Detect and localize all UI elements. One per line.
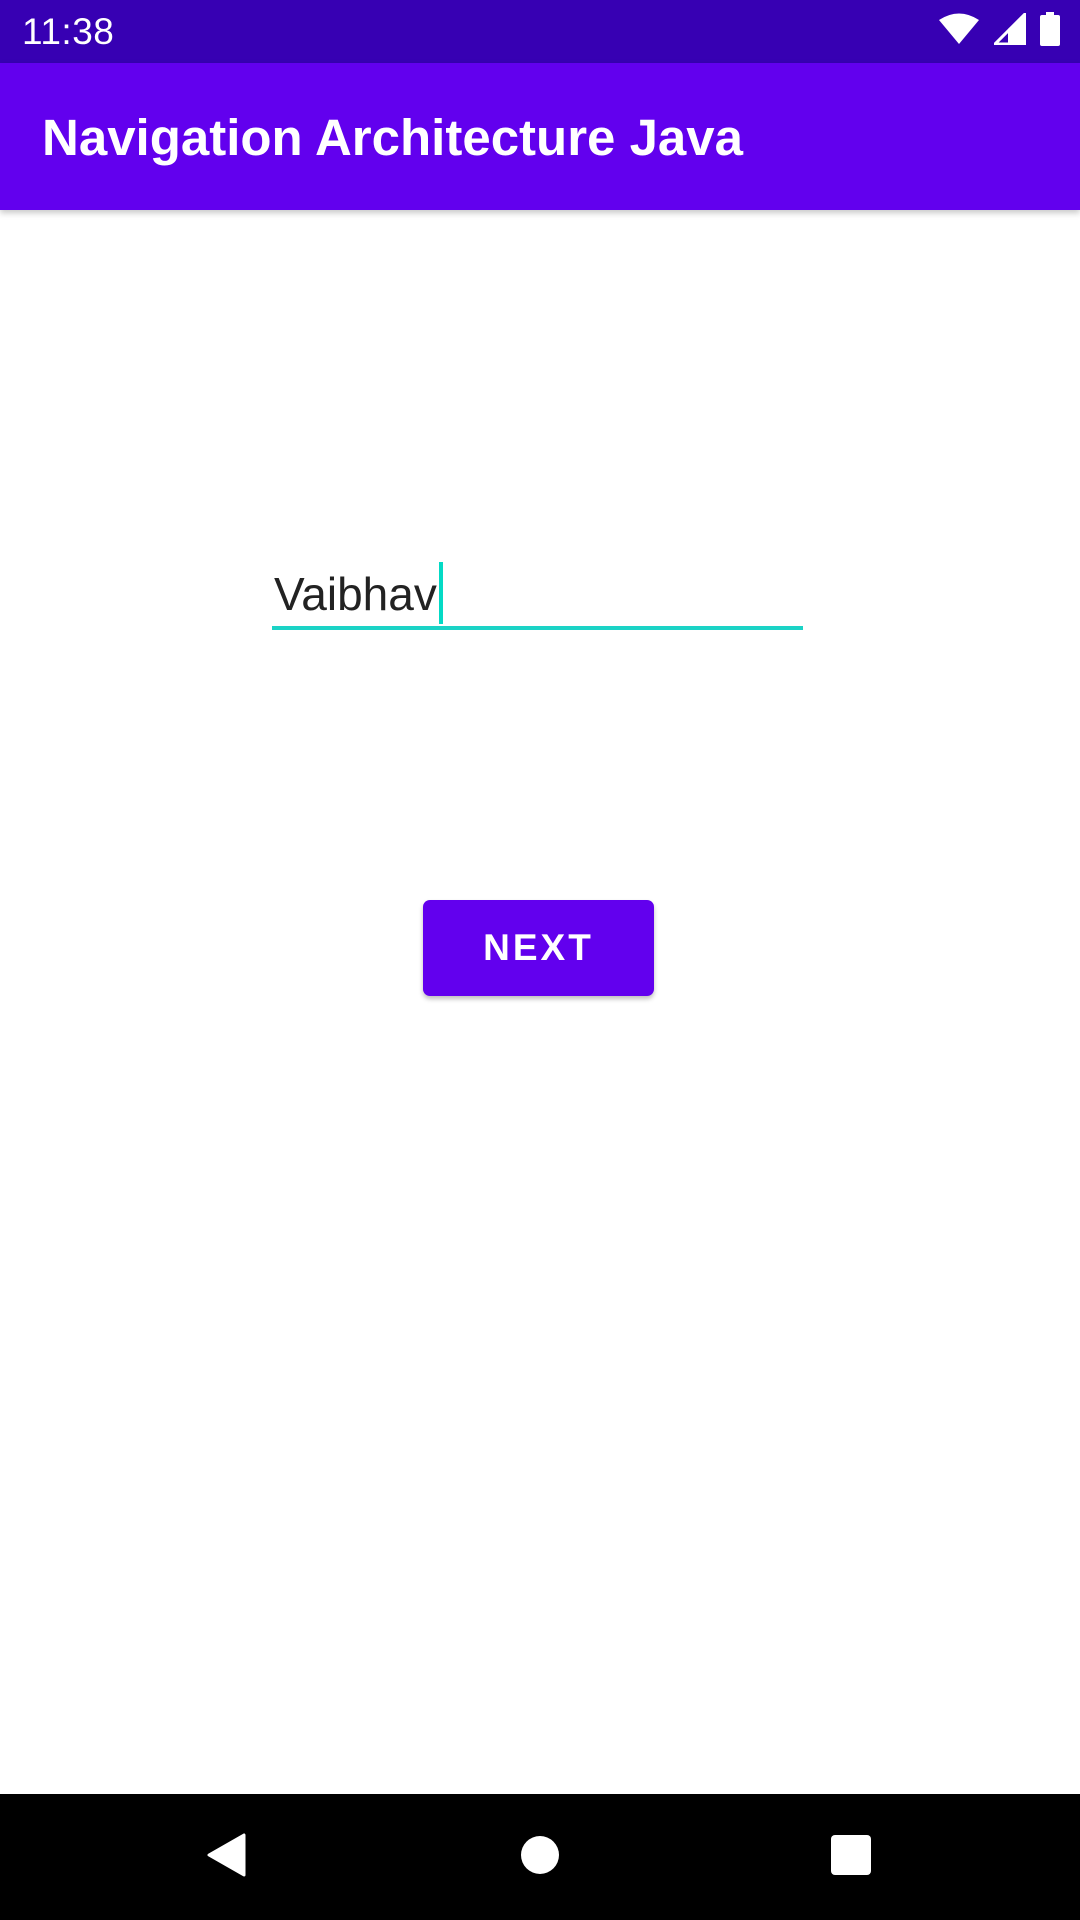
page-title: Navigation Architecture Java: [42, 109, 744, 166]
wifi-icon: [938, 13, 980, 50]
home-icon: [520, 1835, 560, 1880]
system-nav-bar: [0, 1794, 1080, 1920]
home-button[interactable]: [460, 1794, 620, 1920]
back-icon: [206, 1833, 246, 1882]
recents-icon: [831, 1834, 871, 1880]
back-button[interactable]: [146, 1794, 306, 1920]
name-input-value[interactable]: Vaibhav: [274, 562, 443, 624]
input-underline: [272, 626, 803, 630]
status-time: 11:38: [22, 11, 115, 52]
text-cursor: [438, 562, 443, 624]
name-input[interactable]: Vaibhav: [272, 548, 803, 630]
recents-button[interactable]: [771, 1794, 931, 1920]
status-bar: 11:38: [0, 0, 1080, 63]
name-input-text: Vaibhav: [274, 568, 437, 620]
app-bar: Navigation Architecture Java: [0, 63, 1080, 210]
cell-signal-icon: [991, 9, 1027, 50]
status-icons: [924, 9, 1060, 51]
next-button[interactable]: NEXT: [423, 900, 654, 996]
battery-icon: [1040, 11, 1060, 51]
